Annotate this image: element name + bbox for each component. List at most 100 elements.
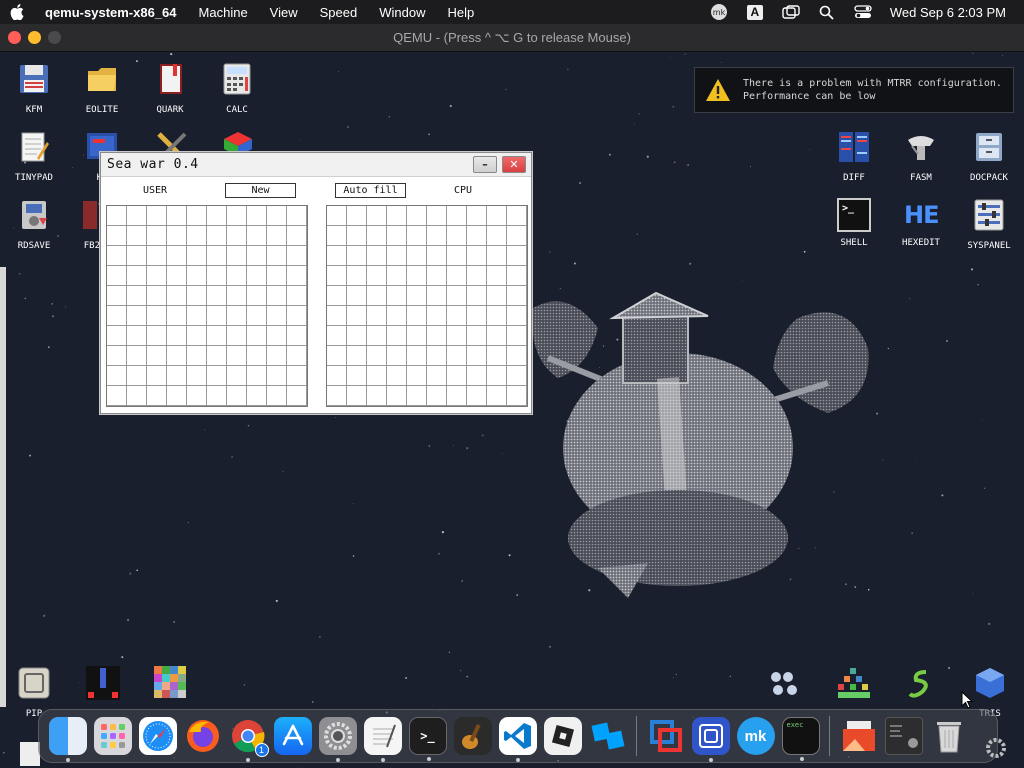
board-cell[interactable]: [287, 246, 307, 266]
board-cell[interactable]: [467, 386, 487, 406]
board-cell[interactable]: [467, 206, 487, 226]
board-cell[interactable]: [127, 266, 147, 286]
board-cell[interactable]: [107, 306, 127, 326]
board-cell[interactable]: [167, 226, 187, 246]
board-cell[interactable]: [127, 346, 147, 366]
board-cell[interactable]: [507, 226, 527, 246]
board-cell[interactable]: [427, 326, 447, 346]
board-cell[interactable]: [467, 346, 487, 366]
board-cell[interactable]: [327, 246, 347, 266]
chrome-icon[interactable]: 1: [229, 717, 269, 762]
board-cell[interactable]: [347, 346, 367, 366]
board-cell[interactable]: [427, 366, 447, 386]
board-cell[interactable]: [247, 366, 267, 386]
board-cell[interactable]: [387, 226, 407, 246]
board-cell[interactable]: [487, 266, 507, 286]
board-cell[interactable]: [167, 326, 187, 346]
board-cell[interactable]: [267, 206, 287, 226]
board-cell[interactable]: [347, 226, 367, 246]
board-cell[interactable]: [367, 326, 387, 346]
board-cell[interactable]: [287, 386, 307, 406]
board-cell[interactable]: [127, 326, 147, 346]
board-cell[interactable]: [107, 226, 127, 246]
qemu-icon[interactable]: [691, 717, 730, 762]
desktop-icon-docpack[interactable]: DOCPACK: [957, 130, 1021, 183]
board-cell[interactable]: [247, 206, 267, 226]
board-cell[interactable]: [447, 286, 467, 306]
board-cell[interactable]: [107, 246, 127, 266]
board-cell[interactable]: [427, 226, 447, 246]
menu-speed[interactable]: Speed: [309, 5, 369, 20]
board-cell[interactable]: [287, 226, 307, 246]
board-cell[interactable]: [487, 386, 507, 406]
board-cell[interactable]: [287, 346, 307, 366]
minimize-button[interactable]: –: [473, 156, 497, 173]
board-cell[interactable]: [267, 286, 287, 306]
desktop-icon-fb2[interactable]: FB2: [60, 198, 100, 251]
board-cell[interactable]: [147, 226, 167, 246]
board-cell[interactable]: [247, 266, 267, 286]
search-icon[interactable]: [818, 4, 836, 20]
close-button[interactable]: ✕: [502, 156, 526, 173]
board-cell[interactable]: [167, 246, 187, 266]
board-cell[interactable]: [227, 286, 247, 306]
board-cell[interactable]: [267, 306, 287, 326]
board-cell[interactable]: [347, 206, 367, 226]
window-preview-icon[interactable]: [884, 717, 923, 755]
board-cell[interactable]: [327, 306, 347, 326]
input-source-icon[interactable]: A: [746, 4, 764, 20]
board-cell[interactable]: [167, 366, 187, 386]
board-cell[interactable]: [407, 266, 427, 286]
mk-app-icon[interactable]: mk: [736, 717, 775, 755]
minimize-window-button[interactable]: [28, 31, 41, 44]
board-cell[interactable]: [447, 226, 467, 246]
board-cell[interactable]: [207, 246, 227, 266]
board-cell[interactable]: [447, 386, 467, 406]
board-cell[interactable]: [287, 266, 307, 286]
board-cell[interactable]: [427, 246, 447, 266]
board-cell[interactable]: [107, 386, 127, 406]
board-cell[interactable]: [247, 386, 267, 406]
board-cell[interactable]: [447, 246, 467, 266]
board-cell[interactable]: [367, 386, 387, 406]
firefox-icon[interactable]: [184, 717, 222, 755]
board-cell[interactable]: [327, 386, 347, 406]
clock[interactable]: Wed Sep 6 2:03 PM: [890, 5, 1006, 20]
board-cell[interactable]: [127, 226, 147, 246]
board-cell[interactable]: [487, 246, 507, 266]
board-cell[interactable]: [187, 226, 207, 246]
trash-icon[interactable]: [930, 717, 968, 755]
board-cell[interactable]: [207, 346, 227, 366]
board-cell[interactable]: [247, 306, 267, 326]
desktop-icon-eolite[interactable]: EOLITE: [70, 62, 134, 115]
board-cell[interactable]: [487, 346, 507, 366]
desktop-icon-diff[interactable]: DIFF: [822, 130, 886, 183]
board-cell[interactable]: [327, 346, 347, 366]
board-cell[interactable]: [287, 286, 307, 306]
board-cell[interactable]: [327, 286, 347, 306]
board-cell[interactable]: [387, 386, 407, 406]
board-cell[interactable]: [407, 226, 427, 246]
board-cell[interactable]: [227, 326, 247, 346]
board-cell[interactable]: [367, 306, 387, 326]
board-cell[interactable]: [387, 326, 407, 346]
board-cell[interactable]: [447, 266, 467, 286]
board-cell[interactable]: [387, 366, 407, 386]
board-cell[interactable]: [347, 326, 367, 346]
board-cell[interactable]: [267, 326, 287, 346]
board-cell[interactable]: [167, 266, 187, 286]
board-cell[interactable]: [487, 306, 507, 326]
board-cell[interactable]: [507, 386, 527, 406]
board-cell[interactable]: [267, 386, 287, 406]
terminal-icon[interactable]: >_: [408, 717, 447, 761]
board-cell[interactable]: [347, 286, 367, 306]
board-cell[interactable]: [387, 206, 407, 226]
board-cell[interactable]: [267, 266, 287, 286]
board-cell[interactable]: [187, 266, 207, 286]
board-cell[interactable]: [427, 206, 447, 226]
app-store-icon[interactable]: [273, 717, 312, 755]
board-cell[interactable]: [187, 306, 207, 326]
board-cell[interactable]: [227, 266, 247, 286]
board-cell[interactable]: [167, 346, 187, 366]
board-cell[interactable]: [367, 346, 387, 366]
